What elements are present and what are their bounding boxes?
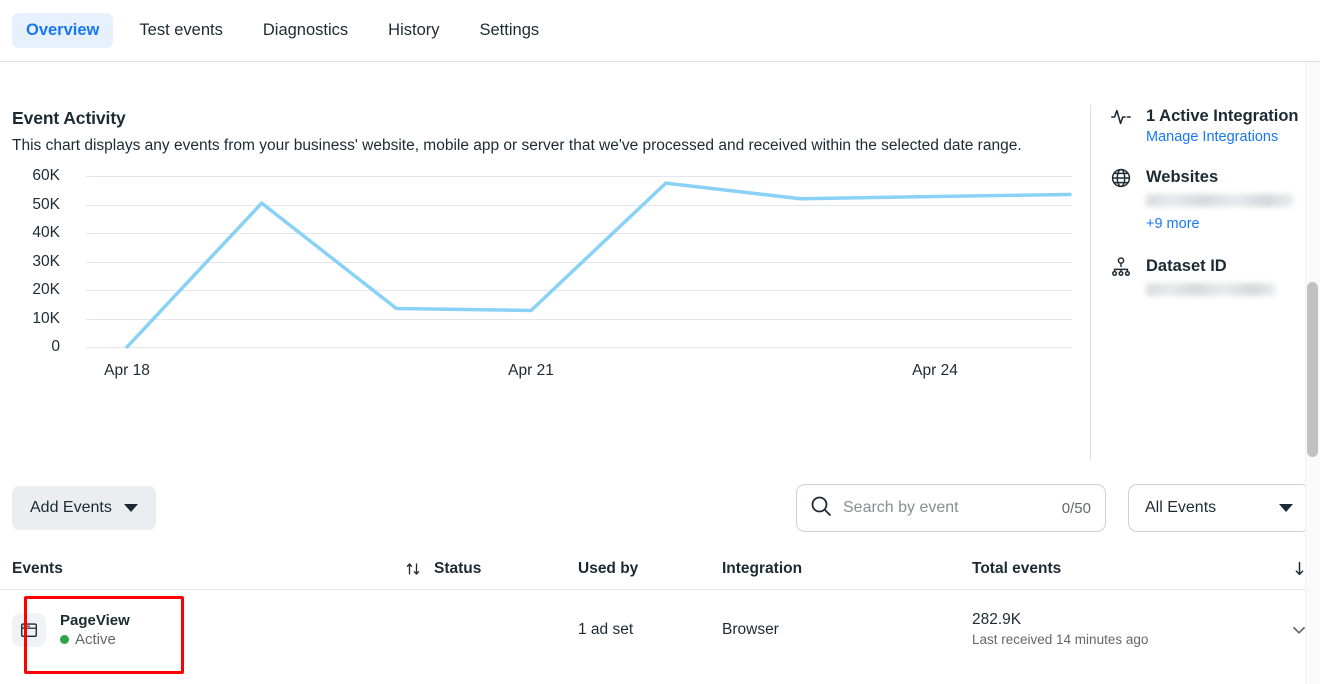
total-events-value: 282.9K <box>972 611 1022 628</box>
browser-window-icon <box>12 613 46 647</box>
page-title: Event Activity <box>12 108 126 128</box>
used-by-cell: 1 ad set <box>578 621 634 638</box>
chart-line-series <box>125 181 1072 349</box>
chevron-down-icon <box>123 504 138 512</box>
dataset-id-value-redacted <box>1146 283 1276 296</box>
tab-history[interactable]: History <box>374 13 453 48</box>
column-header-events[interactable]: Events <box>12 560 392 578</box>
event-name-cell[interactable]: PageView Active <box>12 611 392 650</box>
tab-diagnostics[interactable]: Diagnostics <box>249 13 362 48</box>
chart-description: This chart displays any events from your… <box>12 137 1022 154</box>
x-tick-apr-21: Apr 21 <box>508 362 554 379</box>
tab-test-events[interactable]: Test events <box>125 13 236 48</box>
dataset-id-label: Dataset ID <box>1146 257 1227 275</box>
rail-item-websites: Websites +9 more <box>1110 166 1320 235</box>
page-scrollbar-thumb[interactable] <box>1307 282 1318 457</box>
events-table: Events Status Used by Integration Total … <box>0 548 1320 670</box>
search-input[interactable] <box>843 499 1052 517</box>
x-tick-apr-18: Apr 18 <box>104 362 150 379</box>
status-dot-icon <box>60 635 69 644</box>
integration-cell: Browser <box>722 621 779 638</box>
rail-item-dataset-id: Dataset ID <box>1110 255 1320 296</box>
event-activity-chart: 60K 50K 40K 30K 20K 10K 0 Apr 18 Apr 21 … <box>12 167 1072 396</box>
column-header-status: Status <box>434 559 482 577</box>
tab-overview[interactable]: Overview <box>12 13 114 48</box>
x-tick-apr-24: Apr 24 <box>912 362 958 379</box>
dataset-info-rail: 1 Active Integration Manage Integrations… <box>1090 105 1320 460</box>
globe-icon <box>1110 167 1132 189</box>
chevron-down-icon <box>1279 504 1293 512</box>
column-header-total-events[interactable]: Total events <box>972 560 1264 578</box>
add-events-label: Add Events <box>30 499 112 516</box>
websites-more-link[interactable]: +9 more <box>1146 214 1200 235</box>
website-value-redacted <box>1146 194 1294 207</box>
sort-toggle-icon[interactable] <box>392 561 434 577</box>
column-header-integration: Integration <box>722 559 803 577</box>
search-box[interactable]: 0/50 <box>796 484 1106 532</box>
last-received-text: Last received 14 minutes ago <box>972 632 1149 647</box>
search-icon <box>809 494 833 523</box>
sort-descending-icon[interactable] <box>1264 560 1308 577</box>
event-filter-label: All Events <box>1145 499 1217 516</box>
expand-row-button[interactable] <box>1264 621 1308 639</box>
event-name: PageView <box>60 611 130 629</box>
activity-pulse-icon <box>1110 106 1132 128</box>
websites-label: Websites <box>1146 168 1219 186</box>
rail-item-integration: 1 Active Integration Manage Integrations <box>1110 105 1320 148</box>
page-scrollbar-track[interactable] <box>1305 62 1320 684</box>
status-label: Active <box>75 630 116 648</box>
manage-integrations-link[interactable]: Manage Integrations <box>1146 127 1278 148</box>
event-activity-section: Event Activity This chart displays any e… <box>0 62 1090 462</box>
status-badge: Active <box>60 630 130 650</box>
tab-bar: Overview Test events Diagnostics History… <box>0 0 1320 62</box>
search-char-counter: 0/50 <box>1061 499 1091 517</box>
tab-settings[interactable]: Settings <box>466 13 554 48</box>
table-header-row: Events Status Used by Integration Total … <box>0 548 1320 590</box>
add-events-button[interactable]: Add Events <box>12 486 156 530</box>
event-filter-select[interactable]: All Events <box>1128 484 1310 532</box>
column-header-used-by: Used by <box>578 559 639 577</box>
dataset-node-icon <box>1110 256 1132 278</box>
integration-count-label: 1 Active Integration <box>1146 107 1299 125</box>
table-row[interactable]: PageView Active 1 ad set Browser 282.9K … <box>0 590 1320 670</box>
total-events-cell: 282.9K Last received 14 minutes ago <box>972 610 1264 650</box>
event-manager-page: Overview Test events Diagnostics History… <box>0 0 1320 684</box>
